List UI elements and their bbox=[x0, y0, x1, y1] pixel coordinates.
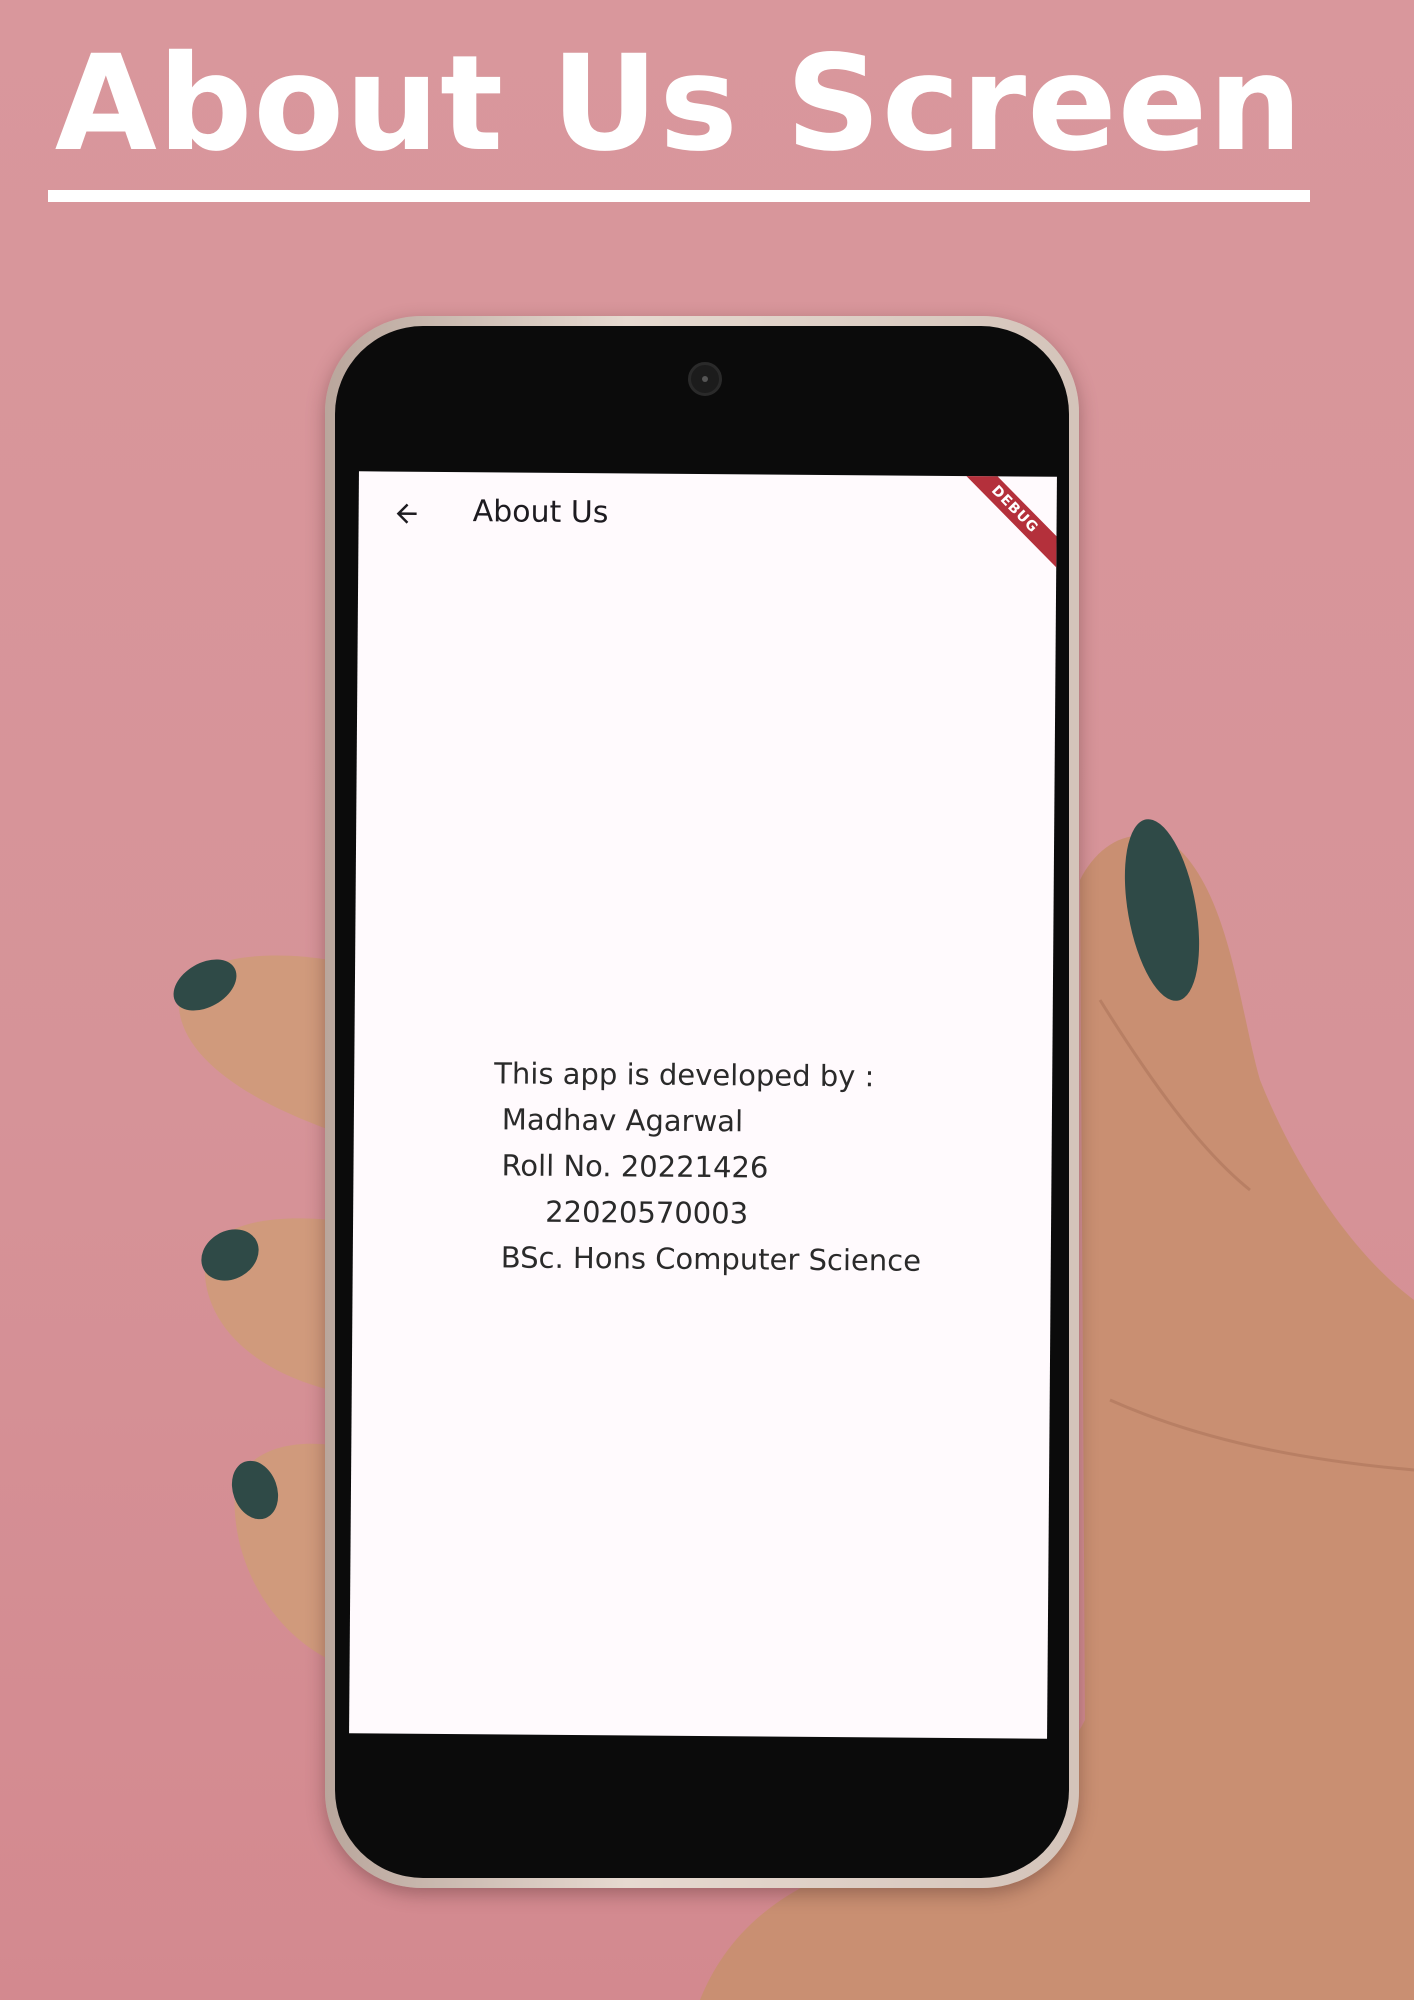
front-camera bbox=[688, 362, 722, 396]
arrow-left-icon bbox=[396, 503, 417, 524]
roll-number: Roll No. 20221426 bbox=[501, 1148, 769, 1185]
developer-name: Madhav Agarwal bbox=[501, 1102, 744, 1139]
app-bar: About Us bbox=[358, 471, 1057, 556]
page-title: About Us bbox=[472, 494, 609, 531]
course-name: BSc. Hons Computer Science bbox=[500, 1240, 922, 1278]
back-button[interactable] bbox=[384, 491, 428, 535]
developer-intro: This app is developed by : bbox=[494, 1056, 875, 1094]
enrollment-number: 22020570003 bbox=[545, 1194, 749, 1231]
app-screen: About Us DEBUG This app is developed by … bbox=[349, 471, 1057, 1739]
about-text: This app is developed by : Madhav Agarwa… bbox=[493, 1050, 923, 1283]
